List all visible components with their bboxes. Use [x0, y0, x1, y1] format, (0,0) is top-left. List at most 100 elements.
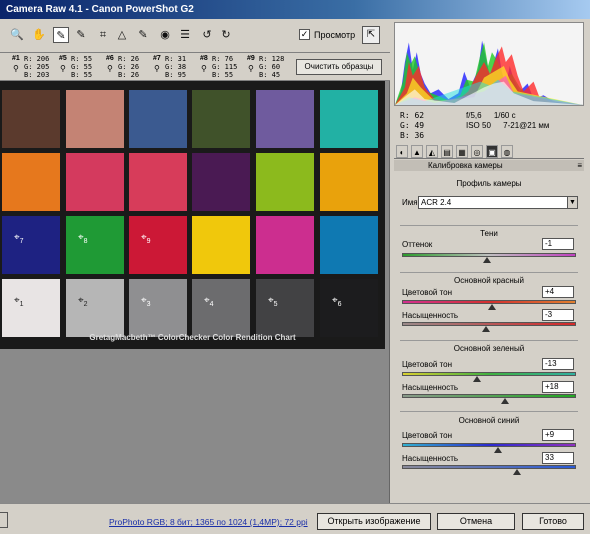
sampler-target-icon[interactable]: ⌖7 [14, 232, 24, 245]
blue-saturation-value[interactable]: 33 [542, 452, 574, 464]
sampler-index: 1 [19, 301, 24, 308]
hand-icon[interactable]: ✋ [31, 27, 47, 43]
blue-hue-value[interactable]: +9 [542, 429, 574, 441]
sampler-target-icon[interactable]: ⌖6 [332, 295, 342, 308]
green-saturation-slider[interactable] [402, 394, 576, 398]
profile-select[interactable]: ACR 2.4 ▼ [418, 196, 578, 209]
color-swatch: ⌖7 [2, 216, 60, 274]
sampler-target-icon[interactable]: ⌖4 [204, 295, 214, 308]
sampler-target-icon[interactable]: ⌖8 [78, 232, 88, 245]
right-panel: R: 62 G: 49 B: 36 f/5,6 1/60 с ISO 50 7-… [390, 19, 590, 503]
sampler-b: B: 95 [165, 71, 187, 79]
color-swatch [129, 153, 187, 211]
sampler-b: B: 55 [212, 71, 234, 79]
panel-tab-icon[interactable]: ▲ [411, 145, 423, 158]
clear-samplers-button[interactable]: Очистить образцы [296, 59, 382, 75]
blue-saturation-label: Насыщенность [402, 454, 459, 463]
crop-icon[interactable]: ⌗ [95, 27, 111, 43]
exif-shutter: 1/60 с [493, 111, 516, 120]
sampler-index: 5 [273, 301, 278, 308]
sampler-target-icon[interactable]: ⌖1 [14, 295, 24, 308]
panel-tab-icon[interactable]: ▣ [486, 145, 498, 158]
sampler-g: G: 55 [71, 63, 93, 71]
red-primary-heading: Основной красный [454, 276, 524, 285]
sampler-pin-icon: ⚲ [248, 64, 254, 73]
sampler-target-icon[interactable]: ⌖2 [78, 295, 88, 308]
shadows-heading: Тени [480, 229, 498, 238]
color-swatch: ⌖2 [66, 279, 124, 337]
exif-focal: 7-21@21 мм [503, 121, 550, 130]
green-hue-value[interactable]: -13 [542, 358, 574, 370]
sampler-number: #9 [247, 55, 255, 62]
divider [400, 272, 578, 273]
sampler-index: 6 [337, 301, 342, 308]
save-image-button[interactable] [0, 512, 8, 528]
red-saturation-thumb[interactable] [481, 326, 490, 332]
workflow-options-link[interactable]: ProPhoto RGB; 8 бит; 1365 по 1024 (1,4МР… [109, 517, 308, 527]
sampler-values: R: 55 G: 55 B: 55 [71, 55, 92, 79]
sampler-target-icon[interactable]: ⌖3 [141, 295, 151, 308]
preferences-icon[interactable]: ☰ [177, 27, 193, 43]
color-sampler-icon[interactable]: ✎ [73, 27, 89, 43]
color-swatch [192, 153, 250, 211]
image-preview[interactable]: ⌖7 ⌖8 ⌖9 ⌖1 ⌖2 ⌖3 ⌖4 ⌖5 ⌖6 GretagMacbeth™ ColorC… [0, 81, 390, 503]
green-saturation-value[interactable]: +18 [542, 381, 574, 393]
chevron-down-icon[interactable]: ▼ [567, 197, 577, 208]
done-button[interactable]: Готово [522, 513, 584, 530]
color-swatch [256, 153, 314, 211]
sampler-b: B: 203 [24, 71, 50, 79]
sampler-b: B: 45 [259, 71, 281, 79]
blue-hue-thumb[interactable] [493, 447, 502, 453]
panel-tab-icon[interactable]: ◍ [501, 145, 513, 158]
sampler-target-icon[interactable]: ⌖5 [268, 295, 278, 308]
panel-title-text: Калибровка камеры [428, 161, 503, 170]
red-saturation-label: Насыщенность [402, 311, 459, 320]
fullscreen-icon[interactable]: ⇱ [362, 26, 380, 44]
panel-menu-icon[interactable]: ≡ [577, 160, 582, 171]
retouch-icon[interactable]: ✎ [135, 27, 151, 43]
green-hue-slider[interactable] [402, 372, 576, 376]
blue-saturation-slider[interactable] [402, 465, 576, 469]
sampler-target-icon[interactable]: ⌖9 [141, 232, 151, 245]
blue-hue-slider[interactable] [402, 443, 576, 447]
red-eye-icon[interactable]: ◉ [157, 27, 173, 43]
blue-saturation-thumb[interactable] [512, 469, 521, 475]
sampler-g: G: 38 [165, 63, 187, 71]
readout-r: R: 62 [400, 111, 425, 120]
colorchecker-image: ⌖7 ⌖8 ⌖9 ⌖1 ⌖2 ⌖3 ⌖4 ⌖5 ⌖6 GretagMacbeth™ ColorC… [0, 81, 385, 349]
color-swatch: ⌖1 [2, 279, 60, 337]
footer: ProPhoto RGB; 8 бит; 1365 по 1024 (1,4МР… [0, 503, 590, 534]
divider [400, 225, 578, 226]
color-sampler-readout: #7 ⚲ R: 31 G: 38 B: 95 [153, 55, 199, 79]
sampler-values: R: 206 G: 205 B: 203 [24, 55, 49, 79]
camera-profile-heading: Профиль камеры [456, 179, 522, 188]
preview-toggle[interactable]: ✓ Просмотр [299, 29, 355, 40]
rotate-left-icon[interactable]: ↺ [199, 27, 215, 43]
zoom-icon[interactable]: 🔍 [9, 27, 25, 43]
panel-tab-icon[interactable]: ▦ [456, 145, 468, 158]
cancel-button[interactable]: Отмена [437, 513, 515, 530]
white-balance-icon[interactable]: ✎ [53, 27, 69, 43]
green-saturation-thumb[interactable] [500, 398, 509, 404]
panel-tab-icon[interactable]: ◎ [471, 145, 483, 158]
straighten-icon[interactable]: △ [114, 27, 130, 43]
preview-checkbox[interactable]: ✓ [299, 29, 310, 40]
panel-tab-icon[interactable]: ◭ [426, 145, 438, 158]
green-hue-thumb[interactable] [472, 376, 481, 382]
sampler-r: R: 76 [212, 55, 234, 63]
histogram [394, 22, 584, 106]
shadows-tint-value[interactable]: -1 [542, 238, 574, 250]
sampler-values: R: 76 G: 115 B: 55 [212, 55, 237, 79]
red-hue-value[interactable]: +4 [542, 286, 574, 298]
open-image-button[interactable]: Открыть изображение [317, 513, 431, 530]
pixel-readout: R: 62 G: 49 B: 36 f/5,6 1/60 с ISO 50 7-… [400, 111, 580, 149]
divider [400, 340, 578, 341]
panel-tab-icon[interactable]: ◐ [396, 145, 408, 158]
shadows-tint-thumb[interactable] [483, 257, 492, 263]
sampler-index: 9 [146, 238, 151, 245]
rotate-right-icon[interactable]: ↻ [218, 27, 234, 43]
red-saturation-value[interactable]: -3 [542, 309, 574, 321]
panel-tab-icon[interactable]: ▤ [441, 145, 453, 158]
green-hue-label: Цветовой тон [402, 360, 453, 369]
red-hue-thumb[interactable] [488, 304, 497, 310]
